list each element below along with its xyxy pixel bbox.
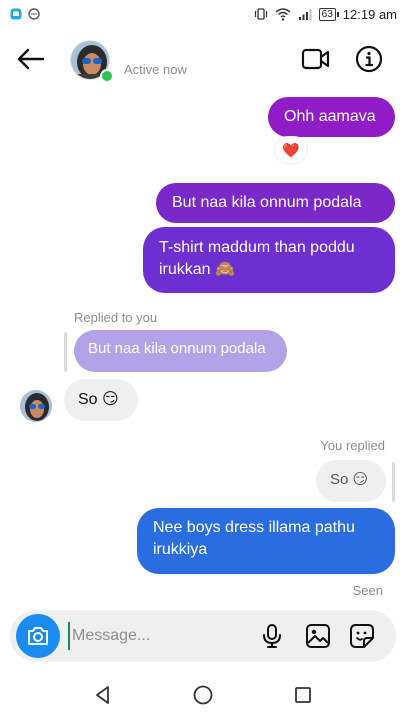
wifi-icon [275, 8, 291, 21]
sender-avatar[interactable] [20, 390, 52, 422]
nav-recents-button[interactable] [288, 680, 318, 710]
contact-avatar[interactable] [70, 40, 114, 83]
nav-home-button[interactable] [188, 680, 218, 710]
back-triangle-icon [95, 686, 109, 704]
heart-icon: ❤️ [282, 141, 300, 158]
video-call-button[interactable] [298, 42, 334, 76]
gallery-icon [306, 624, 330, 648]
avatar-image [20, 390, 52, 422]
nav-back-button[interactable] [88, 680, 118, 710]
sent-message-bubble[interactable]: Nee boys dress illama pathu irukkiya [137, 508, 395, 574]
message-composer [10, 610, 396, 662]
status-left [10, 8, 40, 20]
sent-message-bubble[interactable]: T-shirt maddum than poddu irukkan 🙈 [143, 227, 395, 293]
received-message-bubble[interactable]: So 😏 [64, 379, 138, 421]
active-status: Active now [124, 62, 187, 77]
back-arrow-icon [17, 48, 45, 70]
message-input[interactable] [68, 622, 248, 650]
status-bar: 63 12:19 am [0, 0, 405, 28]
voice-message-button[interactable] [258, 622, 286, 650]
sent-message-bubble[interactable]: Ohh aamava [268, 97, 395, 137]
reply-indicator-bar [64, 332, 67, 372]
gallery-button[interactable] [304, 622, 332, 650]
camera-button[interactable] [16, 614, 60, 658]
status-right: 63 12:19 am [254, 7, 397, 22]
info-button[interactable] [352, 42, 386, 76]
online-status-dot [100, 69, 114, 83]
clock: 12:19 am [342, 6, 397, 22]
quoted-message[interactable]: But naa kila onnum podala [74, 330, 287, 372]
camera-icon [28, 627, 48, 645]
video-call-icon [301, 48, 330, 70]
replied-to-you-label: Replied to you [74, 310, 158, 325]
signal-icon [298, 9, 312, 20]
back-button[interactable] [14, 42, 48, 76]
messenger-app-icon [10, 8, 22, 20]
sent-message-bubble[interactable]: But naa kila onnum podala [156, 183, 395, 223]
chat-bubble-icon [28, 8, 40, 20]
you-replied-label: You replied [320, 438, 385, 453]
info-icon [355, 45, 383, 73]
home-circle-icon [193, 685, 212, 705]
chat-header: Active now [0, 28, 405, 92]
microphone-icon [263, 624, 281, 648]
quoted-message[interactable]: So 😏 [316, 460, 386, 502]
reply-indicator-bar [392, 462, 395, 502]
sticker-button[interactable] [348, 622, 376, 650]
sticker-icon [350, 624, 374, 648]
vibrate-icon [254, 8, 267, 20]
recents-square-icon [294, 687, 311, 703]
seen-receipt: Seen [352, 583, 383, 598]
battery-icon: 63 [318, 7, 339, 21]
system-nav-bar [0, 670, 405, 720]
heart-reaction[interactable]: ❤️ [274, 136, 308, 164]
